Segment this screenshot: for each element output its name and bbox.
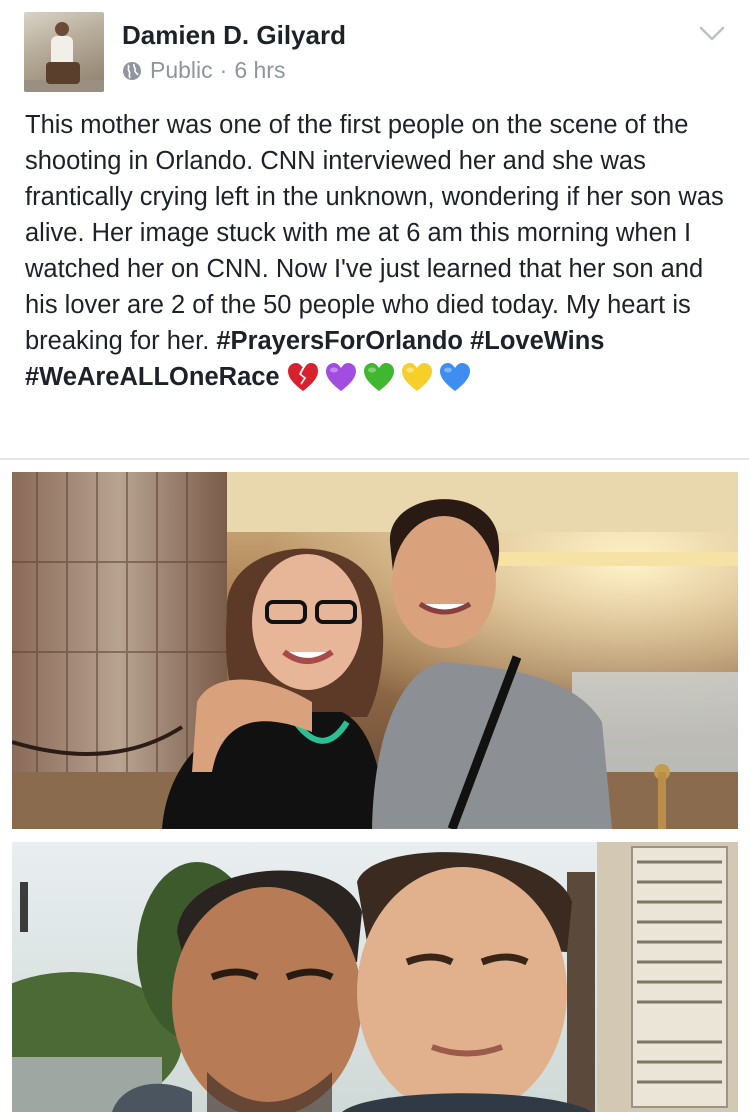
post-timestamp[interactable]: 6 hrs — [234, 57, 285, 84]
facebook-post: Damien D. Gilyard Public · 6 hrs This mo… — [0, 0, 749, 1112]
green-heart-icon — [363, 363, 394, 392]
post-body: This mother was one of the first people … — [25, 111, 724, 355]
avatar-legs — [46, 62, 80, 84]
post-text: This mother was one of the first people … — [25, 107, 730, 395]
post-photo-couple[interactable] — [12, 842, 738, 1112]
blue-heart-icon — [439, 363, 470, 392]
broken-heart-icon — [287, 363, 318, 392]
privacy-label: Public — [150, 57, 213, 83]
hashtag-prayers-for-orlando[interactable]: #PrayersForOrlando — [216, 327, 463, 355]
emoji-row — [286, 362, 476, 394]
yellow-heart-icon — [401, 363, 432, 392]
globe-icon[interactable] — [122, 61, 142, 81]
hashtag-love-wins[interactable]: #LoveWins — [470, 327, 604, 355]
purple-heart-icon — [325, 363, 356, 392]
author-name[interactable]: Damien D. Gilyard — [122, 20, 346, 51]
hashtag-we-are-all-one-race[interactable]: #WeAreALLOneRace — [25, 363, 280, 391]
avatar-torso — [51, 36, 73, 64]
meta-separator: · — [219, 57, 228, 83]
author-avatar[interactable] — [24, 12, 104, 92]
photo-couple-image — [12, 842, 738, 1112]
post-meta: Public · 6 hrs — [122, 57, 285, 84]
chevron-down-icon[interactable] — [699, 26, 725, 42]
divider — [0, 458, 749, 460]
avatar-head — [55, 22, 69, 36]
photo-mother-and-son-image — [12, 472, 738, 829]
post-photo-mother-and-son[interactable] — [12, 472, 738, 829]
